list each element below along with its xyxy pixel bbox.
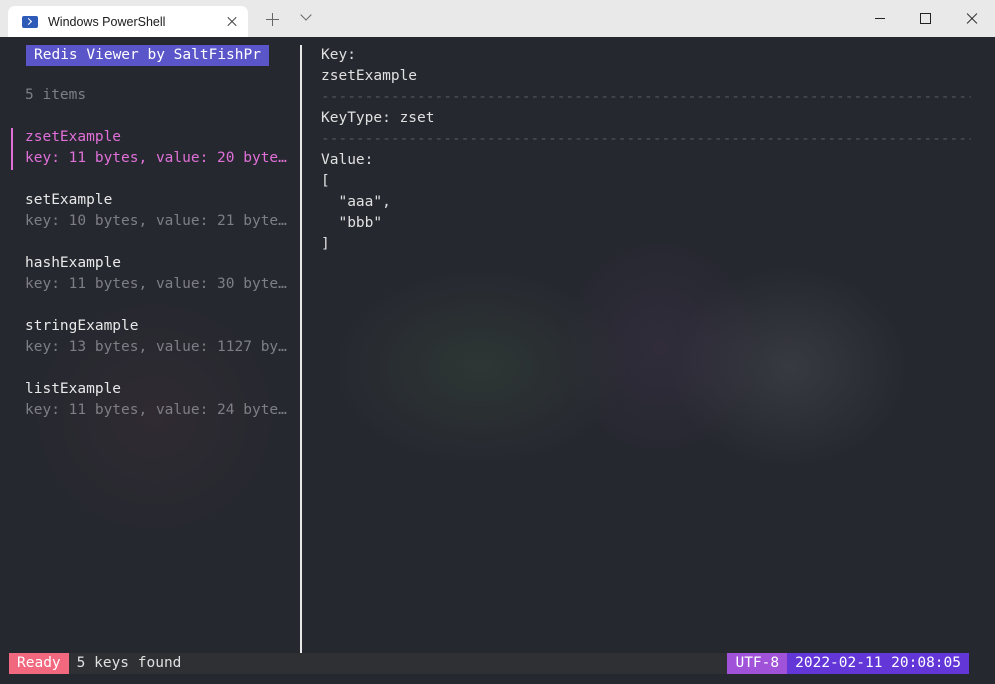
maximize-button[interactable] — [903, 0, 949, 37]
new-tab-icon[interactable] — [262, 10, 282, 30]
tab-title: Windows PowerShell — [48, 14, 166, 29]
close-tab-icon[interactable] — [222, 12, 242, 32]
key-list-item[interactable]: stringExample key: 13 bytes, value: 1127… — [0, 316, 290, 379]
status-bar: Ready 5 keys found UTF-8 2022-02-11 20:0… — [9, 653, 969, 674]
encoding-badge: UTF-8 — [727, 653, 788, 674]
key-list-item[interactable]: setExample key: 10 bytes, value: 21 byte… — [0, 190, 290, 253]
key-value: zsetExample — [321, 68, 418, 84]
key-meta: key: 11 bytes, value: 20 byte… — [25, 150, 287, 166]
chevron-down-icon[interactable] — [298, 9, 316, 27]
window-titlebar: Windows PowerShell — [0, 0, 995, 37]
datetime-badge: 2022-02-11 20:08:05 — [787, 653, 969, 674]
key-label: Key: — [321, 47, 356, 63]
status-badge: Ready — [9, 653, 69, 674]
key-list-item[interactable]: hashExample key: 11 bytes, value: 30 byt… — [0, 253, 290, 316]
powershell-icon — [22, 15, 38, 28]
terminal-area[interactable]: Redis Viewer by SaltFishPr 5 items zsetE… — [0, 37, 995, 684]
value-line: "bbb" — [321, 215, 383, 231]
key-meta: key: 10 bytes, value: 21 byte… — [25, 213, 287, 229]
key-meta: key: 13 bytes, value: 1127 by… — [25, 339, 287, 355]
value-line: [ — [321, 173, 330, 189]
status-message: 5 keys found — [76, 655, 182, 671]
key-meta: key: 11 bytes, value: 24 byte… — [25, 402, 287, 418]
minimize-button[interactable] — [857, 0, 903, 37]
item-count: 5 items — [25, 87, 87, 103]
background-glow — [560, 237, 760, 457]
key-list: zsetExample key: 11 bytes, value: 20 byt… — [0, 127, 290, 442]
key-meta: key: 11 bytes, value: 30 byte… — [25, 276, 287, 292]
key-list-item[interactable]: listExample key: 11 bytes, value: 24 byt… — [0, 379, 290, 442]
separator: ----------------------------------------… — [321, 89, 971, 105]
detail-pane: Key: zsetExample -----------------------… — [321, 45, 971, 255]
value-line: "aaa", — [321, 194, 391, 210]
keytype-line: KeyType: zset — [321, 110, 435, 126]
value-line: ] — [321, 236, 330, 252]
key-name: setExample — [25, 192, 113, 208]
value-label: Value: — [321, 152, 374, 168]
key-name: listExample — [25, 381, 122, 397]
key-list-item[interactable]: zsetExample key: 11 bytes, value: 20 byt… — [0, 127, 290, 190]
key-name: zsetExample — [25, 129, 122, 145]
key-name: hashExample — [25, 255, 122, 271]
pane-divider[interactable] — [300, 45, 302, 655]
separator: ----------------------------------------… — [321, 131, 971, 147]
key-name: stringExample — [25, 318, 139, 334]
app-title: Redis Viewer by SaltFishPr — [26, 45, 269, 66]
close-window-button[interactable] — [949, 0, 995, 37]
terminal-tab[interactable]: Windows PowerShell — [8, 6, 248, 37]
